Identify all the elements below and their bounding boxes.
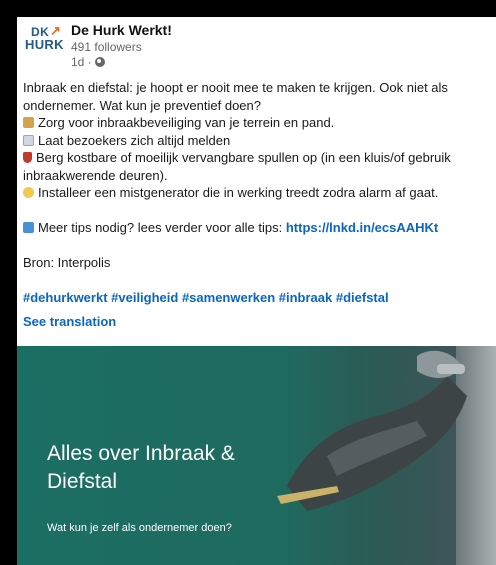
post-time: 1d ·	[71, 55, 92, 69]
post-meta: 1d ·	[71, 55, 105, 69]
source-text: Bron: Interpolis	[23, 255, 111, 270]
tips-line: Meer tips nodig? lees verder voor alle t…	[23, 219, 489, 237]
post-image-banner[interactable]: Alles over Inbraak & Diefstal Wat kun je…	[17, 346, 496, 565]
tip-text: Zorg voor inbraakbeveiliging van je terr…	[38, 115, 335, 130]
body-line: Inbraak en diefstal: je hoopt er nooit m…	[23, 80, 448, 95]
see-translation-link[interactable]: See translation	[23, 313, 489, 331]
globe-icon	[94, 57, 105, 67]
body-line: ondernemer. Wat kun je preventief doen?	[23, 97, 261, 113]
author-name[interactable]: De Hurk Werkt!	[71, 22, 172, 38]
tip-line: Berg kostbare of moeilijk vervangbare sp…	[23, 149, 489, 184]
post-header: DK ↗ HURK De Hurk Werkt! 491 followers 1…	[17, 17, 496, 73]
lock-icon	[23, 117, 34, 128]
post-body: Inbraak en diefstal: je hoopt er nooit m…	[23, 79, 489, 330]
tip-line: Zorg voor inbraakbeveiliging van je terr…	[23, 114, 489, 132]
tip-text: Laat bezoekers zich altijd melden	[38, 132, 231, 148]
smile-icon	[23, 187, 34, 198]
hashtags[interactable]: #dehurkwerkt #veiligheid #samenwerken #i…	[23, 289, 489, 307]
logo-text-hurk: HURK	[25, 37, 64, 52]
linkedin-post-card: DK ↗ HURK De Hurk Werkt! 491 followers 1…	[17, 17, 496, 565]
tip-text: Installeer een mistgenerator die in werk…	[38, 185, 439, 200]
tips-link[interactable]: https://lnkd.in/ecsAAHKt	[286, 220, 438, 235]
tip-text: Berg kostbare of moeilijk vervangbare sp…	[23, 150, 451, 183]
banner-title: Alles over Inbraak & Diefstal	[47, 442, 235, 493]
banner-subtitle: Wat kun je zelf als ondernemer doen?	[47, 522, 232, 534]
tip-line: Installeer een mistgenerator die in werk…	[23, 184, 489, 202]
tips-text: Meer tips nodig? lees verder voor alle t…	[38, 220, 286, 235]
arrow-right-icon	[23, 222, 34, 233]
clipboard-icon	[23, 134, 34, 146]
shield-icon	[23, 152, 32, 163]
gloved-hand-image	[277, 350, 467, 511]
company-logo[interactable]: DK ↗ HURK	[23, 23, 64, 61]
tip-line: Laat bezoekers zich altijd melden	[23, 132, 489, 150]
follower-count: 491 followers	[71, 40, 142, 54]
